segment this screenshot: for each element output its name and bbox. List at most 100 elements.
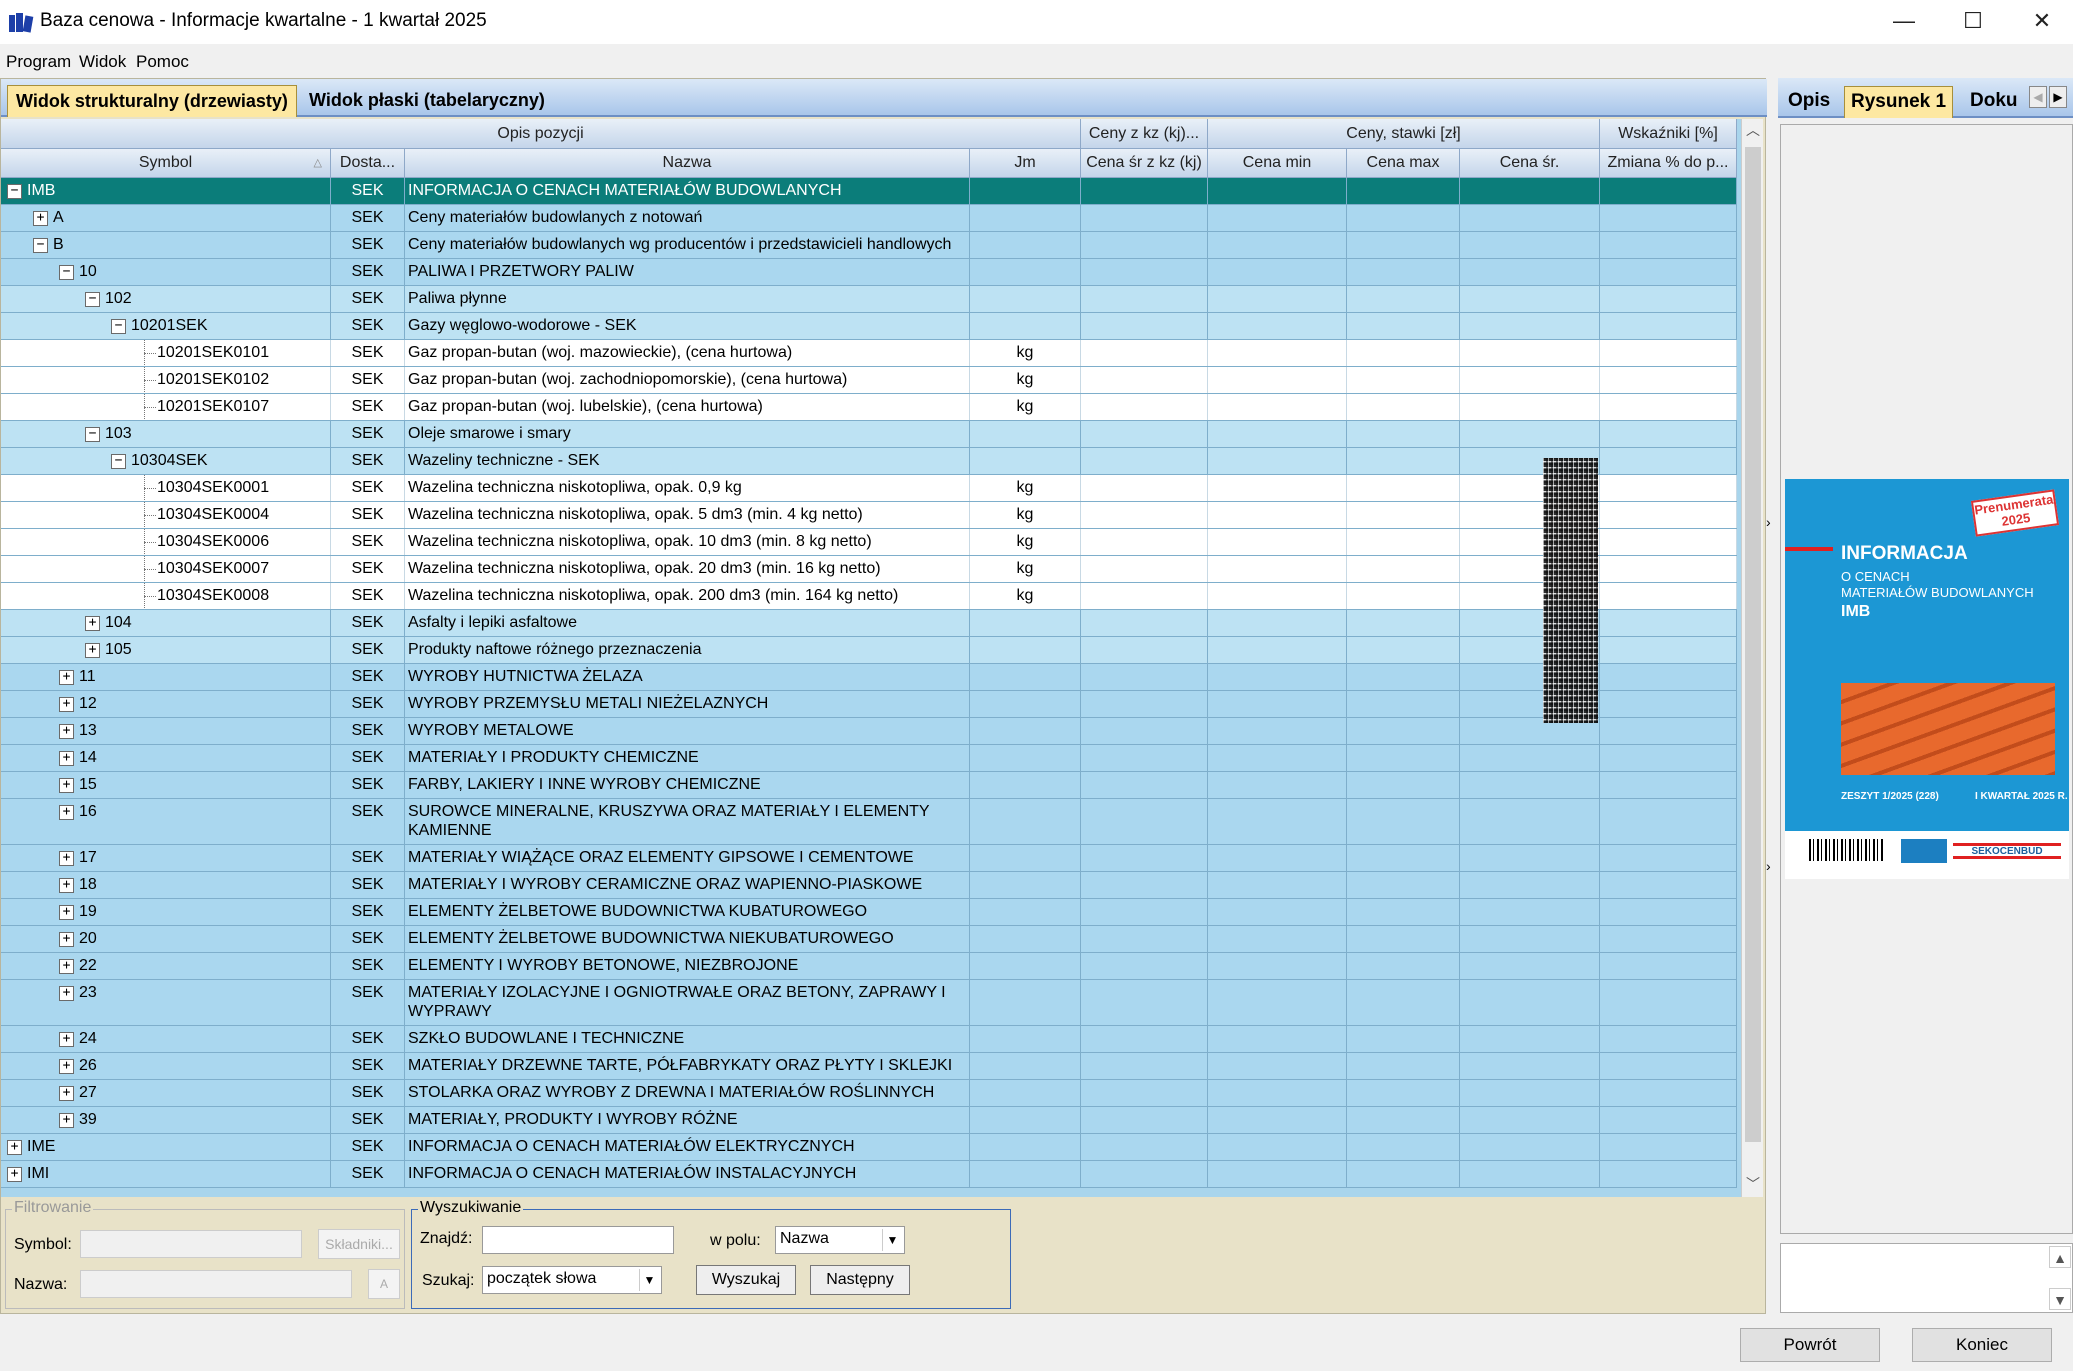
collapse-icon[interactable]: − <box>111 319 126 334</box>
table-row[interactable]: +22 SEK ELEMENTY I WYROBY BETONOWE, NIEZBR… <box>1 953 1737 980</box>
end-button[interactable]: Koniec <box>1912 1328 2052 1362</box>
collapse-icon[interactable]: − <box>85 427 100 442</box>
next-button[interactable]: Następny <box>810 1265 910 1295</box>
collapse-icon[interactable]: − <box>111 454 126 469</box>
tab-flat-view[interactable]: Widok płaski (tabelaryczny) <box>301 85 553 117</box>
minimize-button[interactable]: — <box>1874 0 1934 44</box>
col-header-cena-sr[interactable]: Cena śr. <box>1460 149 1600 178</box>
tab-rysunek-1[interactable]: Rysunek 1 <box>1844 86 1954 118</box>
table-row[interactable]: 10304SEK0001 SEK Wazelina techniczna nisko… <box>1 475 1737 502</box>
components-button[interactable]: Składniki... <box>318 1229 400 1259</box>
expand-icon[interactable]: + <box>59 1032 74 1047</box>
grid-scrollbar[interactable]: ︿ ﹀ <box>1741 119 1763 1197</box>
table-row[interactable]: +18 SEK MATERIAŁY I WYROBY CERAMICZNE ORAZ… <box>1 872 1737 899</box>
scroll-up-icon[interactable]: ︿ <box>1742 119 1763 143</box>
col-header-cena-max[interactable]: Cena max <box>1347 149 1460 178</box>
table-row[interactable]: +12 SEK WYROBY PRZEMYSŁU METALI NIEŻELAZNY… <box>1 691 1737 718</box>
table-row[interactable]: +14 SEK MATERIAŁY I PRODUKTY CHEMICZNE <box>1 745 1737 772</box>
expand-icon[interactable]: + <box>59 932 74 947</box>
description-memo[interactable]: ▲ ▼ <box>1780 1243 2073 1313</box>
col-header-cena-min[interactable]: Cena min <box>1208 149 1347 178</box>
collapse-icon[interactable]: − <box>7 184 22 199</box>
memo-scroll-up-icon[interactable]: ▲ <box>2049 1246 2071 1268</box>
table-row[interactable]: +11 SEK WYROBY HUTNICTWA ŻELAZA <box>1 664 1737 691</box>
tab-dokumenty[interactable]: Doku <box>1964 86 2024 118</box>
expand-icon[interactable]: + <box>59 751 74 766</box>
table-row[interactable]: + A SEK Ceny materiałów budowlanych z notow… <box>1 205 1737 232</box>
maximize-button[interactable]: ☐ <box>1943 0 2003 44</box>
expand-icon[interactable]: + <box>7 1140 22 1155</box>
table-row[interactable]: 10304SEK0006 SEK Wazelina techniczna nisko… <box>1 529 1737 556</box>
table-row[interactable]: + IME SEK INFORMACJA O CENACH MATERIAŁÓW EL… <box>1 1134 1737 1161</box>
splitter-arrow-icon[interactable]: › <box>1766 514 1778 530</box>
expand-icon[interactable]: + <box>59 670 74 685</box>
table-row[interactable]: −10304SEK SEK Wazeliny techniczne - SEK <box>1 448 1737 475</box>
col-header-cena-sr-kz[interactable]: Cena śr z kz (kj) <box>1081 149 1208 178</box>
table-row[interactable]: 10304SEK0004 SEK Wazelina techniczna nisko… <box>1 502 1737 529</box>
collapse-icon[interactable]: − <box>59 265 74 280</box>
close-button[interactable]: ✕ <box>2012 0 2072 44</box>
table-row[interactable]: +16 SEK SUROWCE MINERALNE, KRUSZYWA ORAZ M… <box>1 799 1737 845</box>
table-row[interactable]: − B SEK Ceny materiałów budowlanych wg prod… <box>1 232 1737 259</box>
col-header-dostawca[interactable]: Dosta... <box>331 149 405 178</box>
search-field-select[interactable]: Nazwa ▼ <box>775 1226 905 1254</box>
tab-prev-icon[interactable]: ◀ <box>2029 86 2047 108</box>
expand-icon[interactable]: + <box>59 905 74 920</box>
table-row[interactable]: + IMI SEK INFORMACJA O CENACH MATERIAŁÓW IN… <box>1 1161 1737 1188</box>
col-header-jm[interactable]: Jm <box>970 149 1081 178</box>
collapse-icon[interactable]: − <box>33 238 48 253</box>
expand-icon[interactable]: + <box>59 1086 74 1101</box>
table-row[interactable]: +19 SEK ELEMENTY ŻELBETOWE BUDOWNICTWA KUB… <box>1 899 1737 926</box>
table-row[interactable]: +24 SEK SZKŁO BUDOWLANE I TECHNICZNE <box>1 1026 1737 1053</box>
table-row[interactable]: +13 SEK WYROBY METALOWE <box>1 718 1737 745</box>
table-row[interactable]: − IMB SEK INFORMACJA O CENACH MATERIAŁÓW BU… <box>1 178 1737 205</box>
col-header-symbol[interactable]: Symbol △ <box>1 149 331 178</box>
menu-program[interactable]: Program <box>6 52 71 72</box>
table-row[interactable]: 10304SEK0007 SEK Wazelina techniczna nisko… <box>1 556 1737 583</box>
expand-icon[interactable]: + <box>59 724 74 739</box>
expand-icon[interactable]: + <box>59 697 74 712</box>
table-row[interactable]: +26 SEK MATERIAŁY DRZEWNE TARTE, PÓŁFABRYK… <box>1 1053 1737 1080</box>
expand-icon[interactable]: + <box>59 959 74 974</box>
expand-icon[interactable]: + <box>85 643 100 658</box>
table-row[interactable]: −103 SEK Oleje smarowe i smary <box>1 421 1737 448</box>
filter-symbol-input[interactable] <box>80 1230 302 1258</box>
back-button[interactable]: Powrót <box>1740 1328 1880 1362</box>
expand-icon[interactable]: + <box>59 778 74 793</box>
menu-widok[interactable]: Widok <box>79 52 126 72</box>
table-row[interactable]: 10201SEK0102 SEK Gaz propan-butan (woj. za… <box>1 367 1737 394</box>
tab-opis[interactable]: Opis <box>1782 86 1836 118</box>
expand-icon[interactable]: + <box>7 1167 22 1182</box>
table-row[interactable]: +105 SEK Produkty naftowe różnego przeznac… <box>1 637 1737 664</box>
expand-icon[interactable]: + <box>85 616 100 631</box>
table-row[interactable]: +17 SEK MATERIAŁY WIĄŻĄCE ORAZ ELEMENTY GI… <box>1 845 1737 872</box>
tab-next-icon[interactable]: ▶ <box>2049 86 2067 108</box>
expand-icon[interactable]: + <box>33 211 48 226</box>
expand-icon[interactable]: + <box>59 1113 74 1128</box>
search-button[interactable]: Wyszukaj <box>696 1265 796 1295</box>
menu-pomoc[interactable]: Pomoc <box>136 52 189 72</box>
table-row[interactable]: +27 SEK STOLARKA ORAZ WYROBY Z DREWNA I MA… <box>1 1080 1737 1107</box>
memo-scroll-down-icon[interactable]: ▼ <box>2049 1288 2071 1310</box>
expand-icon[interactable]: + <box>59 851 74 866</box>
scroll-down-icon[interactable]: ﹀ <box>1742 1173 1763 1197</box>
search-find-input[interactable] <box>482 1226 674 1254</box>
scrollbar-thumb[interactable] <box>1745 147 1761 1142</box>
filter-name-input[interactable] <box>80 1270 352 1298</box>
expand-icon[interactable]: + <box>59 878 74 893</box>
table-row[interactable]: +20 SEK ELEMENTY ŻELBETOWE BUDOWNICTWA NIE… <box>1 926 1737 953</box>
filter-clear-button[interactable]: A <box>368 1269 400 1299</box>
table-row[interactable]: −10201SEK SEK Gazy węglowo-wodorowe - SEK <box>1 313 1737 340</box>
table-row[interactable]: 10201SEK0107 SEK Gaz propan-butan (woj. lu… <box>1 394 1737 421</box>
table-row[interactable]: −10 SEK PALIWA I PRZETWORY PALIW <box>1 259 1737 286</box>
table-row[interactable]: +104 SEK Asfalty i lepiki asfaltowe <box>1 610 1737 637</box>
col-header-nazwa[interactable]: Nazwa <box>405 149 970 178</box>
tab-structural-view[interactable]: Widok strukturalny (drzewiasty) <box>7 85 297 117</box>
expand-icon[interactable]: + <box>59 1059 74 1074</box>
expand-icon[interactable]: + <box>59 805 74 820</box>
table-row[interactable]: −102 SEK Paliwa płynne <box>1 286 1737 313</box>
expand-icon[interactable]: + <box>59 986 74 1001</box>
collapse-icon[interactable]: − <box>85 292 100 307</box>
table-row[interactable]: +15 SEK FARBY, LAKIERY I INNE WYROBY CHEMI… <box>1 772 1737 799</box>
col-header-zmiana[interactable]: Zmiana % do p... <box>1600 149 1737 178</box>
